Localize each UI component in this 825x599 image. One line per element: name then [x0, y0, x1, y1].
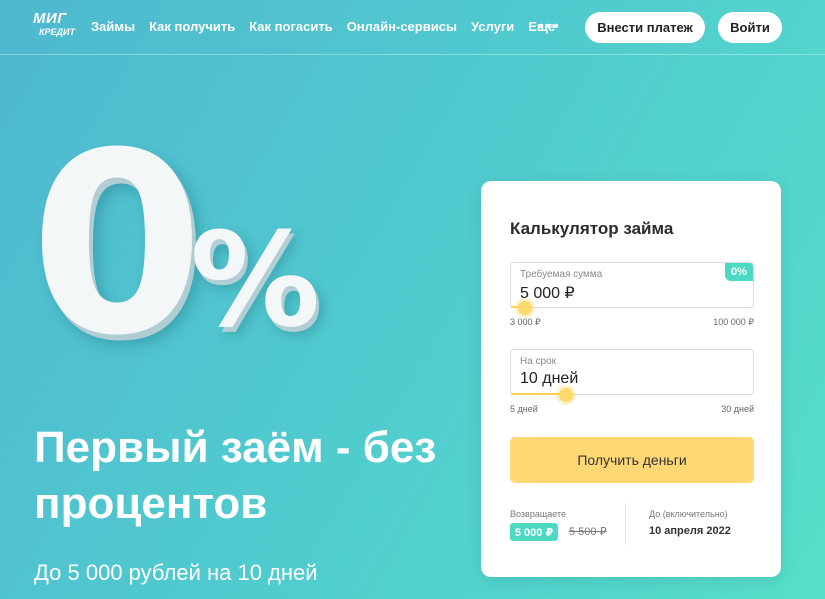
term-label: На срок — [520, 356, 557, 367]
due-date-label: До (включительно) — [649, 509, 728, 519]
old-amount: 5 500 ₽ — [569, 526, 607, 538]
zero-percent-graphic: 0 % — [30, 120, 330, 370]
term-min: 5 дней — [510, 404, 538, 414]
term-field[interactable]: На срок 10 дней — [510, 349, 754, 402]
return-summary: Возвращаете 5 000 ₽ 5 500 ₽ — [510, 509, 607, 541]
amount-label: Требуемая сумма — [520, 269, 603, 280]
hero-title: Первый заём - без процентов — [34, 423, 437, 528]
return-amount-badge: 5 000 ₽ — [510, 523, 558, 541]
zero-glyph: 0 — [30, 99, 204, 390]
return-label: Возвращаете — [510, 509, 566, 519]
amount-slider-handle[interactable] — [518, 301, 533, 315]
term-slider-track[interactable] — [511, 393, 566, 395]
nav-item-services[interactable]: Услуги — [471, 19, 514, 34]
due-date-summary: До (включительно) 10 апреля 2022 — [649, 509, 731, 537]
logo-bottom-text: КРЕДИТ — [39, 27, 76, 37]
percent-glyph: % — [190, 204, 321, 356]
logo-top-text: МИГ — [33, 10, 67, 27]
zero-percent-badge: 0% — [725, 263, 753, 281]
hero-subtitle: До 5 000 рублей на 10 дней — [34, 560, 318, 585]
more-dots-icon[interactable]: ••• — [538, 19, 561, 35]
term-value[interactable]: 10 дней — [520, 370, 578, 388]
logo[interactable]: МИГ КРЕДИТ — [33, 10, 77, 44]
summary-divider — [625, 503, 626, 545]
login-button[interactable]: Войти — [718, 12, 782, 43]
amount-max: 100 000 ₽ — [713, 317, 754, 327]
due-date-value: 10 апреля 2022 — [649, 525, 731, 537]
nav-item-online-services[interactable]: Онлайн-сервисы — [347, 19, 457, 34]
term-slider-handle[interactable] — [558, 388, 573, 402]
nav-item-loans[interactable]: Займы — [91, 19, 135, 34]
loan-calculator-card: Калькулятор займа Требуемая сумма 5 000 … — [481, 181, 781, 577]
nav-item-how-to-repay[interactable]: Как погасить — [249, 19, 332, 34]
main-nav: Займы Как получить Как погасить Онлайн-с… — [91, 19, 569, 34]
calculator-title: Калькулятор займа — [510, 219, 674, 238]
amount-min: 3 000 ₽ — [510, 317, 541, 327]
amount-value[interactable]: 5 000 ₽ — [520, 283, 575, 303]
site-header: МИГ КРЕДИТ Займы Как получить Как погаси… — [0, 0, 825, 55]
nav-item-how-to-get[interactable]: Как получить — [149, 19, 235, 34]
amount-field[interactable]: Требуемая сумма 5 000 ₽ 0% — [510, 262, 754, 315]
term-max: 30 дней — [721, 404, 754, 414]
get-money-button[interactable]: Получить деньги — [510, 437, 754, 483]
make-payment-button[interactable]: Внести платеж — [585, 12, 705, 43]
